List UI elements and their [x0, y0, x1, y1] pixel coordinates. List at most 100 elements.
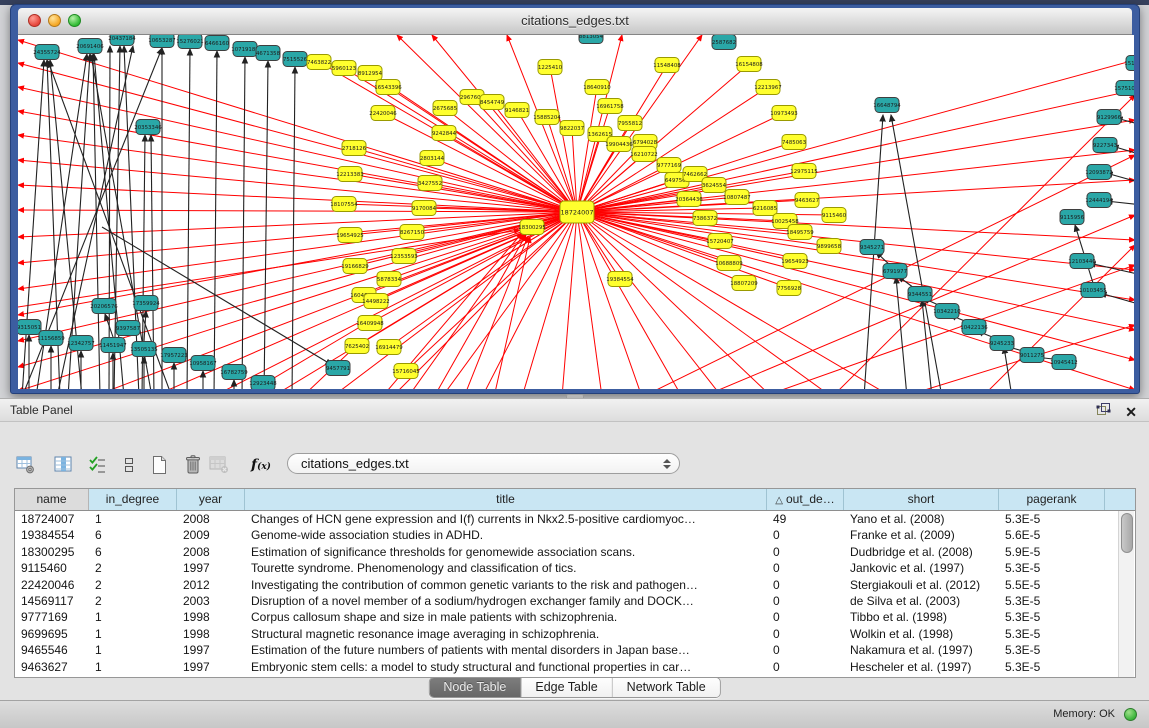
column-header-indegree[interactable]: in_degree [89, 489, 177, 510]
column-header-name[interactable]: name [15, 489, 89, 510]
graph-node[interactable]: 2718126 [342, 141, 367, 156]
tab-node-table[interactable]: Node Table [429, 678, 521, 697]
table-settings-icon[interactable] [14, 454, 36, 476]
column-header-pagerank[interactable]: pagerank [999, 489, 1105, 510]
graph-node[interactable]: 2587682 [712, 35, 736, 50]
graph-node[interactable]: 10973493 [770, 106, 797, 121]
graph-node[interactable]: 7955812 [618, 116, 642, 131]
graph-node[interactable]: 20353346 [134, 120, 162, 135]
graph-node[interactable]: 12213967 [754, 80, 781, 95]
graph-node[interactable]: 7463822 [307, 55, 331, 70]
table-row[interactable]: 1938455462009Genome-wide association stu… [15, 527, 1135, 543]
delete-attribute-icon[interactable] [182, 454, 204, 476]
graph-node[interactable]: 15885204 [533, 110, 561, 125]
graph-node[interactable]: 11451947 [99, 338, 126, 353]
graph-node[interactable]: 5878334 [377, 272, 402, 287]
graph-node[interactable]: 15720407 [706, 234, 733, 249]
graph-node[interactable]: 7756928 [777, 281, 802, 296]
memory-ok-indicator[interactable] [1124, 708, 1137, 721]
graph-node[interactable]: 3427552 [418, 176, 442, 191]
graph-node[interactable]: 9899658 [817, 239, 842, 254]
graph-node[interactable]: 16543396 [374, 80, 402, 95]
window-titlebar[interactable]: citations_edges.txt [18, 8, 1132, 35]
scrollbar-thumb[interactable] [1121, 513, 1133, 553]
graph-node[interactable]: 12444194 [1085, 193, 1113, 208]
graph-node[interactable]: 9457791 [326, 361, 350, 376]
graph-node[interactable]: 11156859 [37, 331, 65, 346]
graph-node[interactable]: 16154808 [735, 57, 763, 72]
table-selector-dropdown[interactable]: citations_edges.txt [287, 453, 680, 474]
graph-node[interactable]: 22420046 [369, 106, 397, 121]
graph-node[interactable]: 7485063 [782, 135, 806, 150]
graph-node[interactable]: 18300295 [518, 220, 545, 235]
graph-node[interactable]: 10958167 [189, 356, 216, 371]
table-row[interactable]: 946554611997Estimation of the future num… [15, 642, 1135, 658]
graph-node[interactable]: 9777169 [657, 158, 682, 173]
graph-node[interactable]: 9011275 [1020, 348, 1044, 363]
graph-node[interactable]: 10719185 [231, 42, 258, 57]
column-header-year[interactable]: year [177, 489, 245, 510]
graph-node[interactable]: 9170084 [412, 201, 437, 216]
graph-node[interactable]: 9397587 [116, 321, 140, 336]
graph-node[interactable]: 2675685 [433, 101, 457, 116]
tab-network-table[interactable]: Network Table [613, 678, 720, 697]
graph-node[interactable]: 7625402 [345, 339, 369, 354]
graph-node[interactable]: 9227343 [1093, 138, 1117, 153]
graph-node[interactable]: 17957223 [160, 348, 187, 363]
function-builder-icon[interactable]: f(x) [246, 454, 276, 476]
float-panel-icon[interactable] [1096, 402, 1111, 421]
graph-node[interactable]: 12923448 [249, 376, 277, 390]
show-column-icon[interactable] [52, 454, 74, 476]
column-header-short[interactable]: short [844, 489, 999, 510]
graph-node[interactable]: 6466160 [205, 36, 230, 51]
close-panel-icon[interactable]: ✕ [1125, 404, 1137, 420]
graph-node[interactable]: 15751074 [1114, 81, 1134, 96]
graph-node[interactable]: 3624554 [702, 178, 727, 193]
graph-node[interactable]: 12353593 [390, 249, 417, 264]
network-canvas[interactable]: 1872400724355724206914062043718410653287… [18, 35, 1134, 389]
graph-node[interactable]: 5960123 [332, 61, 356, 76]
table-row[interactable]: 977716911998Corpus callosum shape and si… [15, 609, 1135, 625]
graph-node[interactable]: 10422136 [960, 320, 988, 335]
graph-node[interactable]: 20437184 [108, 35, 136, 46]
graph-node[interactable]: 8267150 [400, 225, 425, 240]
table-row[interactable]: 2242004622012Investigating the contribut… [15, 577, 1135, 593]
graph-node[interactable]: 8912954 [358, 66, 383, 81]
graph-node[interactable]: 19904436 [605, 137, 633, 152]
graph-node[interactable]: 18807209 [730, 276, 758, 291]
graph-node[interactable]: 20691406 [76, 39, 104, 54]
graph-node[interactable]: 7386372 [693, 211, 717, 226]
graph-node[interactable]: 10653287 [148, 35, 175, 48]
graph-node[interactable]: 7515526 [283, 52, 308, 67]
graph-node[interactable]: 19384554 [606, 272, 634, 287]
graph-node[interactable]: 9242844 [432, 126, 457, 141]
graph-node[interactable]: 16210722 [630, 147, 657, 162]
graph-node[interactable]: 17359924 [132, 296, 160, 311]
graph-node[interactable]: 9245233 [990, 336, 1014, 351]
graph-node[interactable]: 18107554 [330, 197, 358, 212]
graph-node[interactable]: 9115956 [1060, 210, 1085, 225]
graph-node[interactable]: 10103455 [1079, 283, 1106, 298]
graph-node[interactable]: 1225410 [538, 60, 563, 75]
table-row[interactable]: 1872400712008Changes of HCN gene express… [15, 511, 1135, 527]
graph-node[interactable]: 15123044 [1124, 56, 1134, 71]
row-height-icon[interactable] [118, 454, 140, 476]
graph-node[interactable]: 12975115 [790, 164, 817, 179]
graph-node[interactable]: 20364436 [675, 192, 703, 207]
table-row[interactable]: 946362711997Embryonic stem cells: a mode… [15, 659, 1135, 675]
table-row[interactable]: 911546021997Tourette syndrome. Phenomeno… [15, 560, 1135, 576]
graph-node[interactable]: 11548408 [653, 58, 681, 73]
graph-node[interactable]: 9129966 [1097, 110, 1122, 125]
graph-node[interactable]: 19654923 [781, 254, 808, 269]
graph-node[interactable]: 12213383 [336, 167, 363, 182]
graph-node[interactable]: 8813054 [579, 35, 604, 44]
graph-node[interactable]: 18495759 [786, 225, 814, 240]
graph-node[interactable]: 18724007 [560, 201, 594, 223]
table-row[interactable]: 1830029562008Estimation of significance … [15, 544, 1135, 560]
graph-node[interactable]: 13505135 [130, 342, 157, 357]
table-row[interactable]: 969969511998Structural magnetic resonanc… [15, 626, 1135, 642]
graph-node[interactable]: 10807487 [723, 190, 750, 205]
select-rows-icon[interactable] [87, 454, 109, 476]
graph-node[interactable]: 16782759 [220, 365, 248, 380]
graph-node[interactable]: 20206576 [90, 299, 118, 314]
